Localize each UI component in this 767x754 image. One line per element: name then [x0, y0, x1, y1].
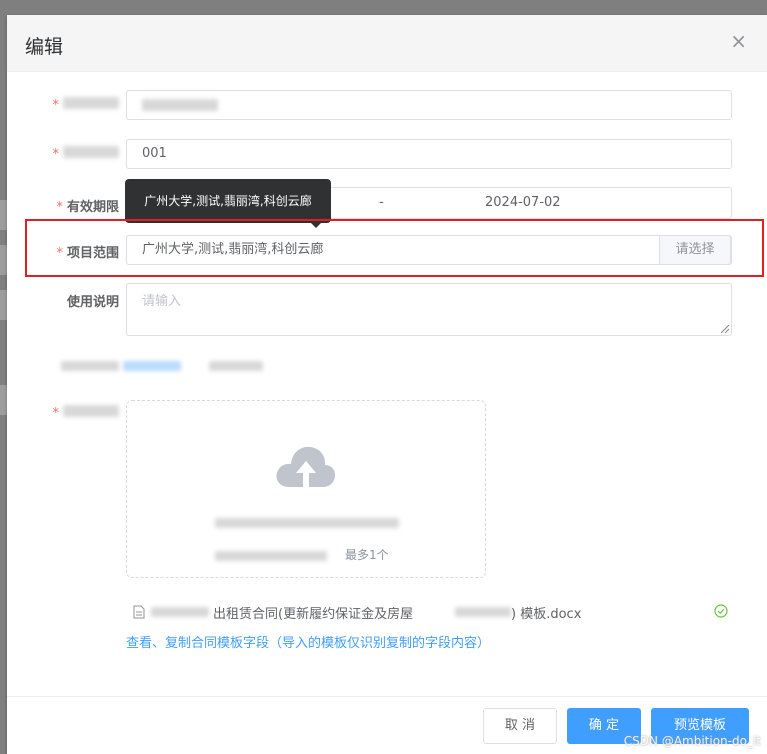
edit-dialog: 编辑 × * * 001 *有效期限 - 2024-07-02 *项目范围: [7, 15, 767, 754]
date-range-separator: -: [379, 195, 384, 210]
contract-code-input[interactable]: 001: [126, 139, 732, 169]
contract-code-label: *: [52, 146, 119, 162]
blurred-label: [63, 405, 119, 417]
blurred-filename: [455, 607, 511, 617]
required-mark: *: [52, 98, 60, 113]
radio-option-selected[interactable]: [123, 361, 181, 371]
blurred-label: [63, 146, 119, 158]
footer-divider: [7, 696, 767, 697]
valid-period-label: * 有效期限: [56, 200, 119, 215]
document-icon: [133, 605, 145, 619]
project-scope-tooltip: 广州大学,测试,翡丽湾,科创云廊: [125, 179, 331, 223]
blurred-value: [142, 99, 218, 111]
upload-hint-blurred: [215, 518, 399, 528]
file-name-suffix: ) 模板.docx: [511, 607, 582, 622]
close-icon[interactable]: ×: [730, 31, 747, 51]
blurred-label: [63, 97, 119, 109]
watermark: CSDN @Ambition-do_it: [623, 734, 761, 748]
annotation-highlight-box: [25, 219, 764, 277]
contract-name-label: *: [52, 97, 119, 113]
blurred-filename: [151, 607, 209, 617]
upload-limit-text: 最多1个: [345, 548, 389, 562]
template-fields-link[interactable]: 查看、复制合同模板字段（导入的模板仅识别复制的字段内容）: [126, 632, 490, 651]
usage-notes-textarea[interactable]: 请输入: [126, 283, 732, 336]
usage-notes-placeholder: 请输入: [142, 294, 182, 309]
dialog-header: 编辑 ×: [7, 15, 767, 72]
uploaded-file-item[interactable]: 出租赁合同(更新履约保证金及房屋 ) 模板.docx: [133, 603, 733, 623]
attachment-label: *: [52, 405, 119, 421]
cancel-button[interactable]: 取 消: [483, 708, 557, 744]
resize-handle-icon[interactable]: [721, 325, 729, 333]
usage-notes-label: 使用说明: [66, 295, 119, 310]
success-check-icon: [714, 604, 728, 618]
required-mark: *: [52, 147, 60, 162]
upload-limit-blurred: [215, 551, 327, 561]
upload-dropzone[interactable]: 最多1个: [126, 400, 486, 578]
required-mark: *: [52, 406, 60, 421]
end-date-input[interactable]: 2024-07-02: [485, 189, 561, 217]
required-mark: *: [56, 200, 63, 215]
upload-cloud-icon: [276, 446, 336, 487]
file-name-visible: 出租赁合同(更新履约保证金及房屋: [213, 607, 414, 622]
blurred-label: [61, 361, 119, 371]
dialog-title: 编辑: [25, 36, 64, 58]
contract-name-input[interactable]: [126, 90, 732, 120]
radio-option[interactable]: [209, 361, 263, 371]
